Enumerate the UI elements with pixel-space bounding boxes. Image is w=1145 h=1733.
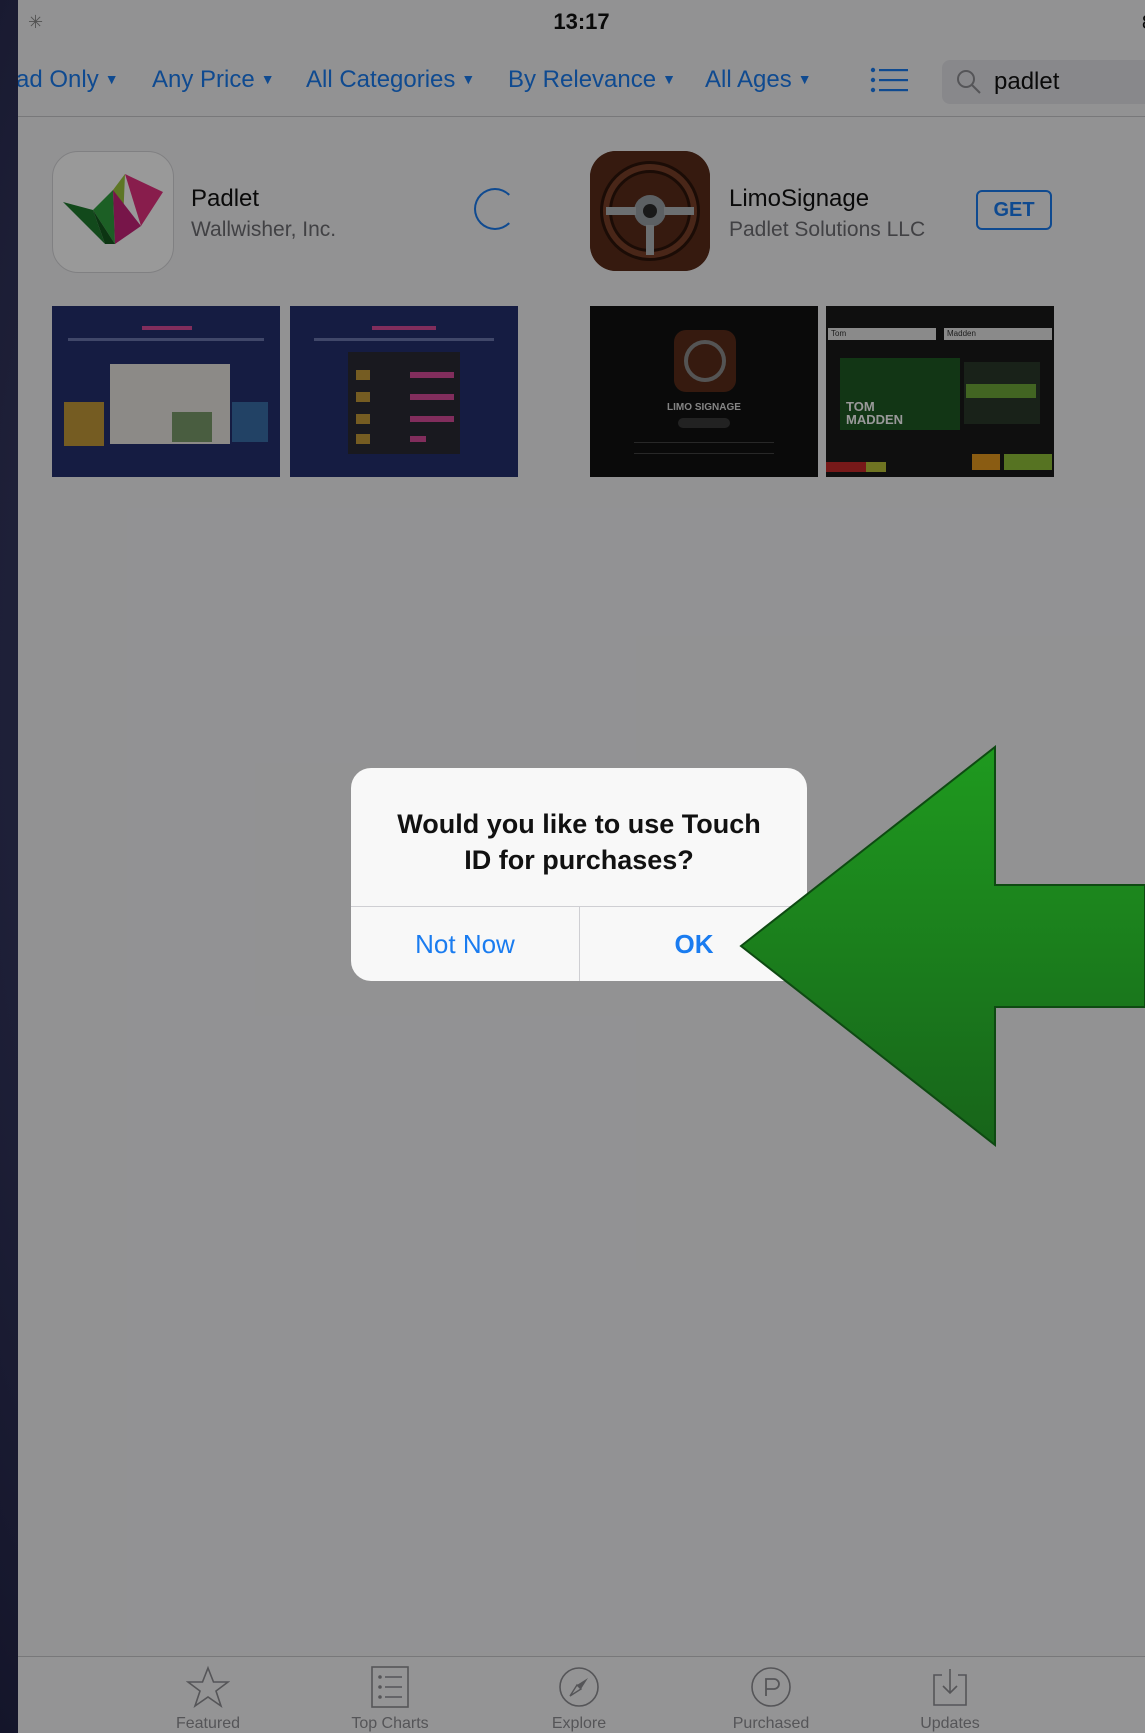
green-arrow-icon xyxy=(739,745,1145,1148)
not-now-button[interactable]: Not Now xyxy=(351,907,579,981)
alert-message: Would you like to use Touch ID for purch… xyxy=(397,809,761,875)
